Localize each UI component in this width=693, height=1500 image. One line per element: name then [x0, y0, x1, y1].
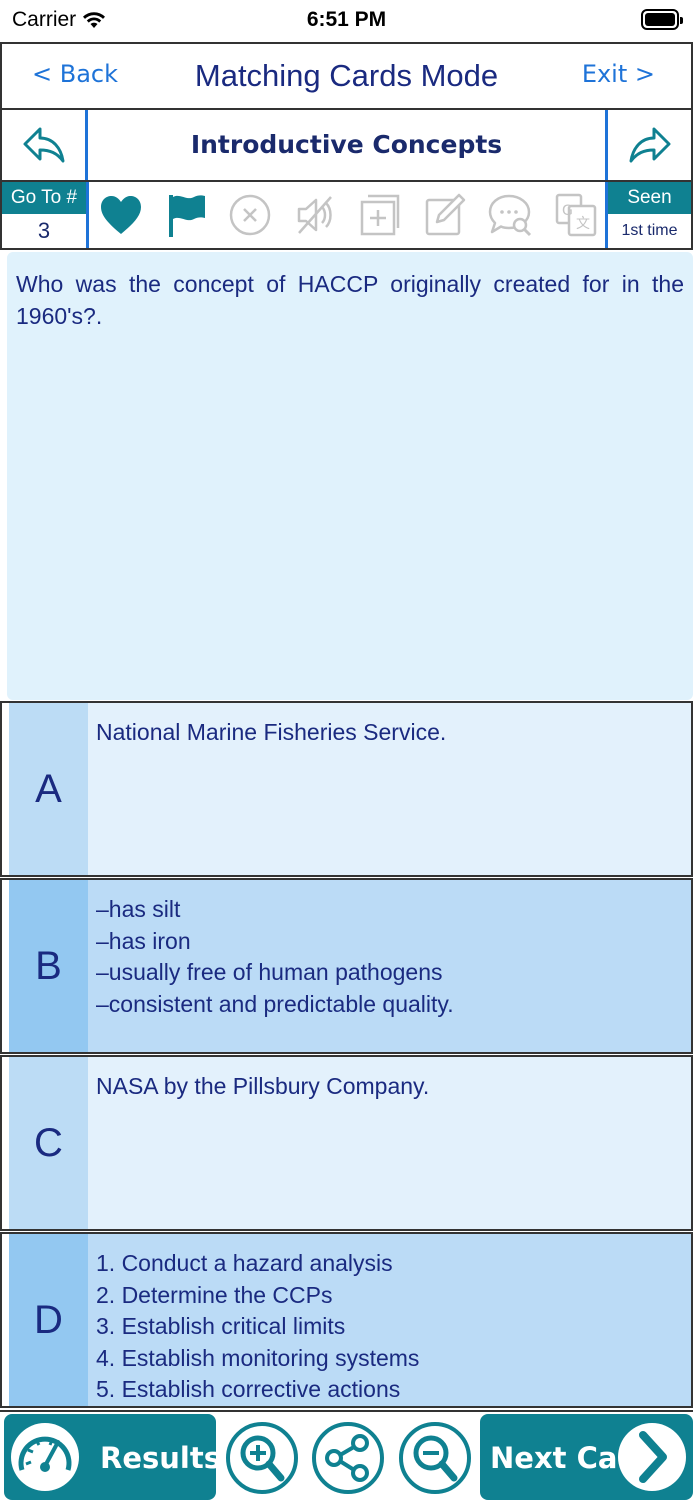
answer-option-b[interactable]: B –has silt –has iron –usually free of h…: [0, 878, 693, 1054]
next-card-button[interactable]: Next Card: [480, 1414, 693, 1500]
question-text: Who was the concept of HACCP originally …: [16, 271, 684, 329]
heart-icon: [101, 196, 141, 234]
answer-letter: D: [9, 1234, 88, 1406]
flag-icon: [169, 195, 205, 237]
edit-button[interactable]: [420, 190, 470, 240]
exit-button[interactable]: Exit >: [582, 60, 655, 88]
results-label: Results: [100, 1441, 221, 1475]
answer-letter: C: [9, 1057, 88, 1229]
seen-status: Seen 1st time: [605, 182, 691, 248]
answer-option-c[interactable]: C NASA by the Pillsbury Company.: [0, 1055, 693, 1231]
seen-label: Seen: [608, 182, 691, 214]
mute-icon: [297, 196, 332, 234]
forward-arrow-icon: [629, 127, 670, 163]
answer-letter: A: [9, 703, 88, 875]
answer-letter: B: [9, 880, 88, 1052]
zoom-out-button[interactable]: [398, 1416, 472, 1500]
close-icon: [229, 194, 271, 236]
comment-search-icon: [488, 194, 532, 237]
share-button[interactable]: [311, 1416, 385, 1500]
answer-option-a[interactable]: A National Marine Fisheries Service.: [0, 701, 693, 877]
answer-text: National Marine Fisheries Service.: [88, 703, 691, 875]
zoom-in-icon: [226, 1422, 298, 1494]
svg-text:G: G: [562, 203, 573, 219]
topic-title: Introductive Concepts: [190, 130, 503, 159]
reply-arrow-icon: [23, 127, 64, 163]
favorite-button[interactable]: [96, 190, 146, 240]
goto-label: Go To #: [2, 182, 86, 214]
translate-icon: G 文: [555, 193, 597, 237]
next-topic-button[interactable]: [605, 110, 691, 180]
dismiss-button[interactable]: [225, 190, 275, 240]
answer-text: 1. Conduct a hazard analysis 2. Determin…: [88, 1234, 691, 1406]
flag-button[interactable]: [160, 190, 210, 240]
add-card-button[interactable]: [355, 190, 405, 240]
question-panel: Who was the concept of HACCP originally …: [7, 252, 693, 700]
bottom-toolbar: Results Next Card: [0, 1410, 693, 1500]
svg-text:文: 文: [576, 216, 590, 232]
audio-button[interactable]: [290, 190, 340, 240]
share-icon: [312, 1422, 384, 1494]
zoom-out-icon: [399, 1422, 471, 1494]
seen-value: 1st time: [621, 222, 678, 239]
chevron-right-icon: [618, 1423, 686, 1491]
answer-text: NASA by the Pillsbury Company.: [88, 1057, 691, 1229]
card-toolbar: Go To # 3 G 文 Seen 1st time: [0, 182, 693, 250]
add-icon: [360, 194, 400, 236]
zoom-in-button[interactable]: [225, 1416, 299, 1500]
results-button[interactable]: Results: [4, 1414, 221, 1500]
goto-value[interactable]: 3: [2, 214, 86, 248]
translate-button[interactable]: G 文: [551, 190, 601, 240]
edit-icon: [425, 193, 466, 236]
battery-icon: [641, 9, 683, 30]
speedometer-icon: [11, 1423, 79, 1491]
navigation-bar: < Back Matching Cards Mode Exit >: [0, 42, 693, 110]
status-time: 6:51 PM: [306, 8, 387, 31]
answer-text: –has silt –has iron –usually free of hum…: [88, 880, 691, 1052]
topic-bar: Introductive Concepts: [0, 110, 693, 182]
previous-card-button[interactable]: [2, 110, 88, 180]
search-comments-button[interactable]: [485, 190, 535, 240]
answer-option-d[interactable]: D 1. Conduct a hazard analysis 2. Determ…: [0, 1232, 693, 1408]
goto-card-control[interactable]: Go To # 3: [2, 182, 89, 248]
status-bar: Carrier 6:51 PM: [0, 0, 693, 42]
